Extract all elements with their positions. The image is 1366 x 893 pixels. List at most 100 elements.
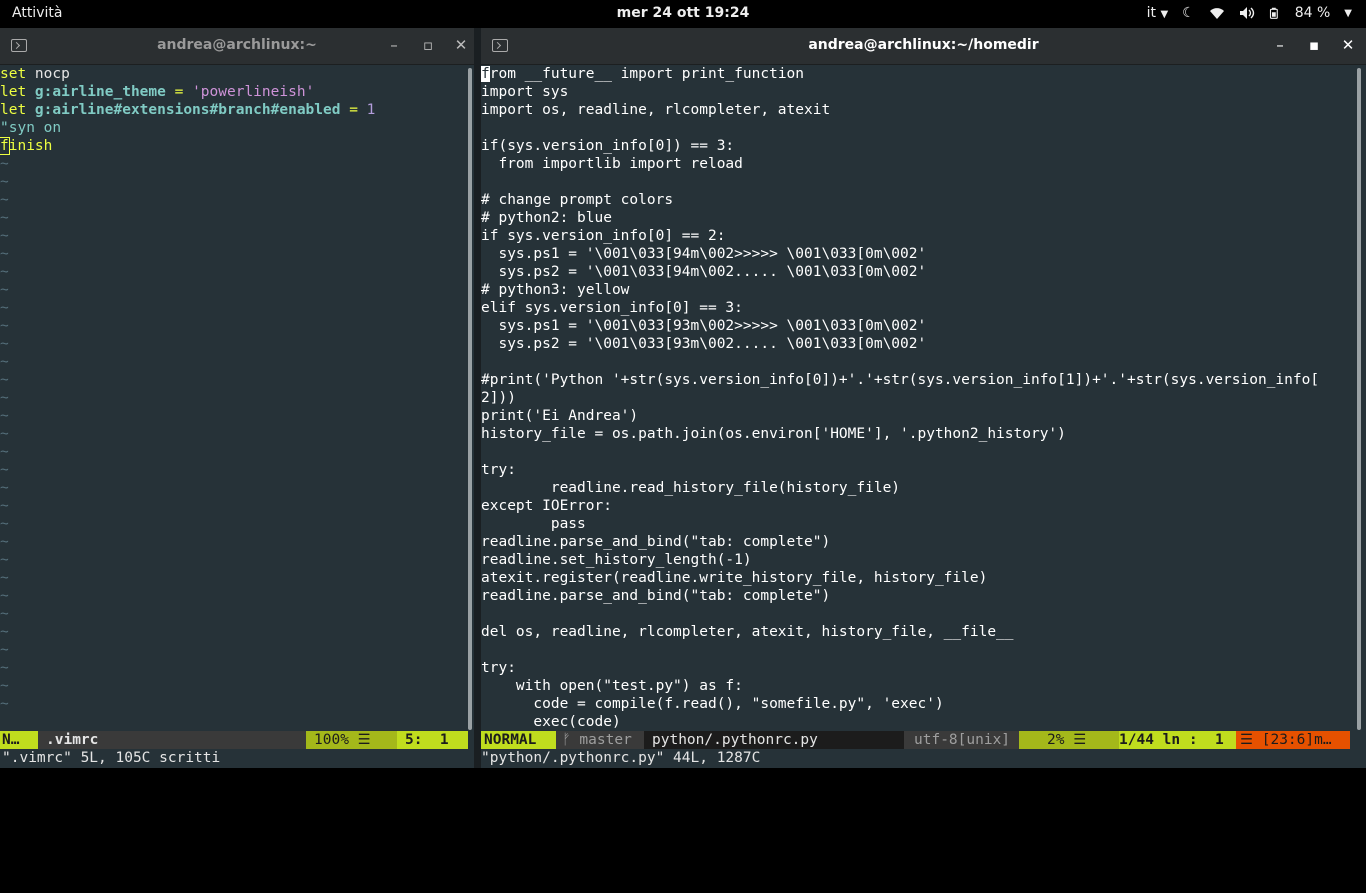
airline-statusline: NORMAL ᚠ master python/.pythonrc.py utf-…	[481, 731, 1350, 749]
code-line[interactable]: if(sys.version_info[0]) == 3:	[481, 137, 1366, 155]
code-line[interactable]: code = compile(f.read(), "somefile.py", …	[481, 695, 1366, 713]
code-line[interactable]: atexit.register(readline.write_history_f…	[481, 569, 1366, 587]
code-line[interactable]: from importlib import reload	[481, 155, 1366, 173]
code-line[interactable]: "syn on	[0, 119, 474, 137]
code-line[interactable]: readline.parse_and_bind("tab: complete")	[481, 587, 1366, 605]
code-line[interactable]: set nocp	[0, 65, 474, 83]
scrollbar[interactable]	[468, 68, 472, 730]
airline-statusline: N… .vimrc 100% ☰ 5: 1	[0, 731, 468, 749]
language-label: it	[1146, 5, 1156, 21]
empty-line-marker: ~	[0, 408, 9, 424]
battery-percent: 84 %	[1294, 5, 1331, 21]
code-line[interactable]: # python2: blue	[481, 209, 1366, 227]
code-line[interactable]: # change prompt colors	[481, 191, 1366, 209]
code-line[interactable]: readline.parse_and_bind("tab: complete")	[481, 533, 1366, 551]
activities-button[interactable]: Attività	[12, 5, 62, 21]
code-line[interactable]: readline.set_history_length(-1)	[481, 551, 1366, 569]
code-token: finish	[0, 137, 53, 155]
titlebar[interactable]: andrea@archlinux:~/homedir – ▪ ✕	[481, 28, 1366, 65]
empty-line-marker: ~	[0, 516, 9, 532]
file-name: .vimrc	[46, 732, 99, 748]
percent-indicator: 2% ☰	[1019, 731, 1119, 749]
code-line[interactable]: 2]))	[481, 389, 1366, 407]
mode-indicator: N…	[0, 731, 38, 749]
empty-line-marker: ~	[0, 264, 9, 280]
empty-line-marker: ~	[0, 246, 9, 262]
code-line[interactable]	[481, 119, 1366, 137]
code-line[interactable]: #print('Python '+str(sys.version_info[0]…	[481, 371, 1366, 389]
code-line[interactable]	[481, 173, 1366, 191]
code-line[interactable]: # python3: yellow	[481, 281, 1366, 299]
system-tray[interactable]: it ▼ ☾ 84 % ▼	[1147, 5, 1352, 21]
vim-editor[interactable]: set nocp let g:airline_theme = 'powerline…	[0, 65, 474, 713]
empty-line-marker: ~	[0, 570, 9, 586]
code-line[interactable]: let g:airline_theme = 'powerlineish'	[0, 83, 474, 101]
code-line[interactable]: from __future__ import print_function	[481, 65, 1366, 83]
code-token: let	[0, 102, 35, 118]
code-line[interactable]: try:	[481, 659, 1366, 677]
code-line[interactable]: sys.ps1 = '\001\033[93m\002>>>>> \001\03…	[481, 317, 1366, 335]
empty-line-marker: ~	[0, 426, 9, 442]
empty-line-marker: ~	[0, 534, 9, 550]
code-token: g:airline#extensions#branch#enabled	[34, 102, 341, 118]
code-token: 'powerlineish'	[192, 84, 315, 100]
code-line[interactable]: readline.read_history_file(history_file)	[481, 479, 1366, 497]
empty-line-marker: ~	[0, 480, 9, 496]
code-line[interactable]	[481, 353, 1366, 371]
code-line[interactable]: if sys.version_info[0] == 2:	[481, 227, 1366, 245]
window-title: andrea@archlinux:~/homedir	[808, 37, 1039, 53]
maximize-button[interactable]: ▪	[1305, 36, 1323, 54]
code-line[interactable]: pass	[481, 515, 1366, 533]
empty-line-marker: ~	[0, 336, 9, 352]
empty-line-marker: ~	[0, 642, 9, 658]
code-line[interactable]: elif sys.version_info[0] == 3:	[481, 299, 1366, 317]
close-button[interactable]: ✕	[452, 36, 470, 54]
maximize-button[interactable]: ▫	[419, 36, 437, 54]
empty-line-marker: ~	[0, 354, 9, 370]
code-line[interactable]: sys.ps2 = '\001\033[93m\002..... \001\03…	[481, 335, 1366, 353]
scrollbar[interactable]	[1357, 68, 1361, 730]
language-indicator[interactable]: it ▼	[1147, 5, 1169, 21]
code-line[interactable]	[481, 443, 1366, 461]
vim-editor[interactable]: from __future__ import print_function imp…	[481, 65, 1366, 731]
terminal-window-right[interactable]: andrea@archlinux:~/homedir – ▪ ✕ from __…	[481, 28, 1366, 768]
titlebar[interactable]: andrea@archlinux:~ – ▫ ✕	[0, 28, 474, 65]
empty-line-marker: ~	[0, 174, 9, 190]
system-menu-chevron-icon[interactable]: ▼	[1344, 8, 1352, 19]
code-line[interactable]: sys.ps1 = '\001\033[94m\002>>>>> \001\03…	[481, 245, 1366, 263]
encoding-indicator: utf-8[unix]	[904, 731, 1027, 749]
code-token: g:airline_theme	[34, 84, 166, 100]
code-line[interactable]: import os, readline, rlcompleter, atexit	[481, 101, 1366, 119]
git-branch: ᚠ master	[556, 731, 644, 749]
code-line[interactable]: import sys	[481, 83, 1366, 101]
empty-line-marker: ~	[0, 318, 9, 334]
empty-line-marker: ~	[0, 228, 9, 244]
code-line[interactable]: print('Ei Andrea')	[481, 407, 1366, 425]
code-line[interactable]: try:	[481, 461, 1366, 479]
code-line[interactable]: finish	[0, 137, 474, 155]
empty-line-marker: ~	[0, 210, 9, 226]
night-light-icon: ☾	[1182, 5, 1195, 21]
code-line[interactable]: sys.ps2 = '\001\033[94m\002..... \001\03…	[481, 263, 1366, 281]
chevron-down-icon: ▼	[1160, 9, 1169, 20]
minimize-button[interactable]: –	[1271, 36, 1289, 54]
code-line[interactable]	[481, 641, 1366, 659]
code-token: "syn on	[0, 120, 62, 136]
position-indicator: 1/44 ln : 1	[1119, 731, 1236, 749]
wifi-icon	[1209, 8, 1224, 19]
empty-line-marker: ~	[0, 498, 9, 514]
empty-line-marker: ~	[0, 678, 9, 694]
code-line[interactable]: let g:airline#extensions#branch#enabled …	[0, 101, 474, 119]
code-line[interactable]: del os, readline, rlcompleter, atexit, h…	[481, 623, 1366, 641]
code-line[interactable]: history_file = os.path.join(os.environ['…	[481, 425, 1366, 443]
code-token: set	[0, 66, 35, 82]
close-button[interactable]: ✕	[1339, 36, 1357, 54]
clock[interactable]: mer 24 ott 19:24	[617, 5, 750, 21]
code-line[interactable]: with open("test.py") as f:	[481, 677, 1366, 695]
minimize-button[interactable]: –	[385, 36, 403, 54]
code-line[interactable]: exec(code)	[481, 713, 1366, 731]
empty-line-marker: ~	[0, 624, 9, 640]
code-line[interactable]	[481, 605, 1366, 623]
code-line[interactable]: except IOError:	[481, 497, 1366, 515]
terminal-window-left[interactable]: andrea@archlinux:~ – ▫ ✕ set nocp let g:a…	[0, 28, 474, 768]
